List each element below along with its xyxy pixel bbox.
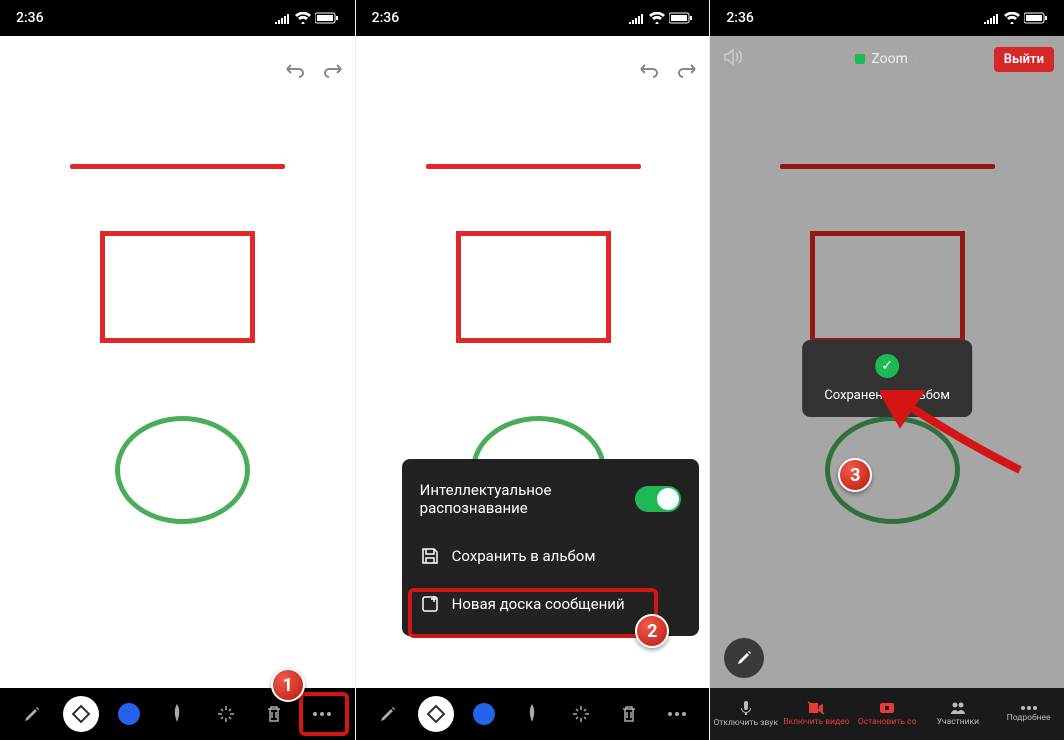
- chevron-down-icon: ▾: [914, 54, 919, 65]
- zoom-bottom-bar: Отключить звук Включить видео Остановить…: [710, 688, 1064, 740]
- color-dot-icon: [118, 703, 140, 725]
- leave-button[interactable]: Выйти: [994, 47, 1054, 72]
- whiteboard-toolbar: [356, 688, 710, 740]
- more-tool[interactable]: [659, 696, 695, 732]
- mute-button[interactable]: Отключить звук: [710, 688, 781, 740]
- status-icons: [629, 12, 693, 24]
- undo-icon[interactable]: [283, 60, 305, 78]
- stylus-tool[interactable]: [514, 696, 550, 732]
- status-bar: 2:36: [0, 0, 355, 36]
- participants-icon: [949, 701, 967, 715]
- redo-icon[interactable]: [323, 60, 345, 78]
- eraser-tool[interactable]: [418, 696, 454, 732]
- status-time: 2:36: [372, 10, 400, 26]
- drawn-rectangle: [100, 231, 255, 343]
- drawn-ellipse: [115, 416, 250, 524]
- wifi-icon: [295, 12, 311, 24]
- whiteboard-canvas[interactable]: [0, 36, 355, 688]
- popup-save-label: Сохранить в альбом: [452, 547, 682, 566]
- save-icon: [420, 546, 440, 566]
- battery-icon: [315, 12, 339, 24]
- drawn-line: [426, 164, 641, 169]
- check-icon: ✓: [875, 354, 899, 378]
- color-dot-icon: [473, 703, 495, 725]
- status-time: 2:36: [726, 10, 754, 26]
- wifi-icon: [1004, 12, 1020, 24]
- participants-button[interactable]: Участники: [923, 688, 994, 740]
- wand-tool[interactable]: [208, 696, 244, 732]
- signal-icon: [984, 12, 1000, 24]
- video-off-icon: [807, 701, 825, 715]
- drawn-line: [70, 164, 285, 169]
- undo-icon[interactable]: [637, 60, 659, 78]
- video-button[interactable]: Включить видео: [781, 688, 852, 740]
- pencil-tool[interactable]: [370, 696, 406, 732]
- popup-newboard-label: Новая доска сообщений: [452, 595, 682, 614]
- popup-save-to-album[interactable]: Сохранить в альбом: [402, 532, 700, 580]
- stylus-tool[interactable]: [159, 696, 195, 732]
- eraser-tool[interactable]: [63, 696, 99, 732]
- speaker-icon[interactable]: [722, 48, 744, 70]
- more-popup-menu: Интеллектуальное распознавание Сохранить…: [402, 459, 700, 637]
- shield-icon: [855, 54, 865, 64]
- toast-text: Сохранено в альбом: [824, 388, 950, 403]
- trash-tool[interactable]: [611, 696, 647, 732]
- zoom-title[interactable]: Zoom ▾: [855, 51, 919, 67]
- mic-icon: [738, 700, 754, 716]
- redo-icon[interactable]: [677, 60, 699, 78]
- whiteboard-canvas[interactable]: Интеллектуальное распознавание Сохранить…: [356, 36, 710, 688]
- undo-redo-bar: [637, 60, 699, 78]
- new-board-icon: [420, 594, 440, 614]
- more-icon: [1020, 705, 1038, 711]
- more-button[interactable]: Подробнее: [993, 688, 1064, 740]
- status-bar: 2:36: [710, 0, 1064, 36]
- stop-share-button[interactable]: Остановить со: [852, 688, 923, 740]
- saved-toast: ✓ Сохранено в альбом: [802, 340, 972, 417]
- pencil-icon: [735, 649, 753, 667]
- battery-icon: [669, 12, 693, 24]
- status-icons: [984, 12, 1048, 24]
- wand-tool[interactable]: [563, 696, 599, 732]
- signal-icon: [275, 12, 291, 24]
- battery-icon: [1024, 12, 1048, 24]
- wifi-icon: [649, 12, 665, 24]
- whiteboard-toolbar: [0, 688, 355, 740]
- drawn-rectangle: [456, 231, 611, 343]
- color-tool[interactable]: [466, 696, 502, 732]
- status-bar: 2:36: [356, 0, 710, 36]
- popup-smart-label: Интеллектуальное распознавание: [420, 481, 624, 519]
- color-tool[interactable]: [111, 696, 147, 732]
- step-badge-1: 1: [271, 668, 305, 702]
- status-icons: [275, 12, 339, 24]
- more-tool[interactable]: [304, 696, 340, 732]
- signal-icon: [629, 12, 645, 24]
- toggle-on-icon[interactable]: [635, 486, 681, 512]
- popup-smart-recognition[interactable]: Интеллектуальное распознавание: [402, 467, 700, 533]
- stop-share-icon: [878, 701, 896, 715]
- zoom-topbar: Zoom ▾ Выйти: [710, 36, 1064, 82]
- pencil-tool[interactable]: [14, 696, 50, 732]
- undo-redo-bar: [283, 60, 345, 78]
- status-time: 2:36: [16, 10, 44, 26]
